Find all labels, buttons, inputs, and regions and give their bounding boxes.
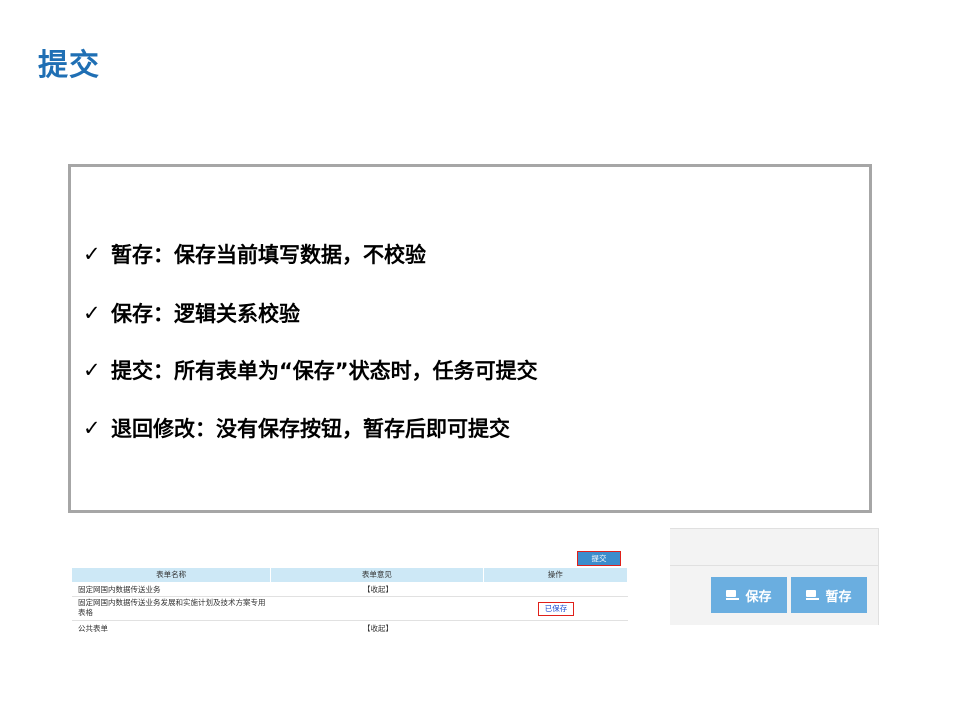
saved-status-link[interactable]: 已保存	[537, 602, 575, 616]
form-name: 公共表单	[78, 624, 108, 632]
column-header: 表单意见	[271, 568, 484, 582]
bullet-save: ✓ 保存：逻辑关系校验	[83, 298, 300, 328]
form-name: 固定网国内数据传送业务	[78, 585, 161, 594]
divider	[670, 565, 878, 566]
submit-button[interactable]: 提交	[577, 551, 621, 566]
form-table-screenshot: 提交 表单名称 表单意见 操作 固定网国内数据传送业务 【收起】 固定网国内数据…	[72, 548, 628, 632]
column-header: 操作	[484, 568, 628, 582]
bullet-text: 提交：所有表单为“保存”状态时，任务可提交	[111, 359, 538, 383]
column-header: 表单名称	[72, 568, 272, 582]
bullet-text: 暂存：保存当前填写数据，不校验	[111, 243, 426, 267]
opinion-cell	[272, 598, 484, 620]
table-row: 公共表单 【收起】	[72, 623, 628, 632]
bullet-text: 保存：逻辑关系校验	[111, 302, 300, 326]
check-icon: ✓	[83, 242, 101, 266]
check-icon: ✓	[83, 416, 101, 440]
collapse-link[interactable]: 【收起】	[272, 623, 484, 632]
button-bar-screenshot: 保存 暂存	[670, 528, 879, 625]
save-icon	[726, 590, 740, 600]
action-cell	[484, 623, 628, 632]
table-row: 固定网国内数据传送业务发展和实施计划及技术方案专用表格 已保存	[72, 598, 628, 621]
temp-save-button-label: 暂存	[825, 589, 852, 605]
action-cell	[484, 584, 628, 596]
table-header: 表单名称 表单意见 操作	[72, 568, 628, 582]
save-icon	[806, 590, 820, 600]
bullet-text: 退回修改：没有保存按钮，暂存后即可提交	[111, 417, 510, 441]
save-button-label: 保存	[745, 589, 772, 605]
bullet-submit: ✓ 提交：所有表单为“保存”状态时，任务可提交	[83, 355, 538, 385]
check-icon: ✓	[83, 301, 101, 325]
form-name: 固定网国内数据传送业务发展和实施计划及技术方案专用表格	[78, 598, 266, 617]
collapse-link[interactable]: 【收起】	[272, 584, 484, 596]
bullet-temp-save: ✓ 暂存：保存当前填写数据，不校验	[83, 239, 426, 269]
table-row: 固定网国内数据传送业务 【收起】	[72, 584, 628, 597]
temp-save-button[interactable]: 暂存	[791, 577, 867, 613]
save-button[interactable]: 保存	[711, 577, 787, 613]
bullet-return: ✓ 退回修改：没有保存按钮，暂存后即可提交	[83, 413, 510, 443]
check-icon: ✓	[83, 358, 101, 382]
action-cell: 已保存	[484, 598, 628, 620]
page-title: 提交	[38, 48, 100, 83]
rules-box: ✓ 暂存：保存当前填写数据，不校验 ✓ 保存：逻辑关系校验 ✓ 提交：所有表单为…	[68, 164, 872, 513]
